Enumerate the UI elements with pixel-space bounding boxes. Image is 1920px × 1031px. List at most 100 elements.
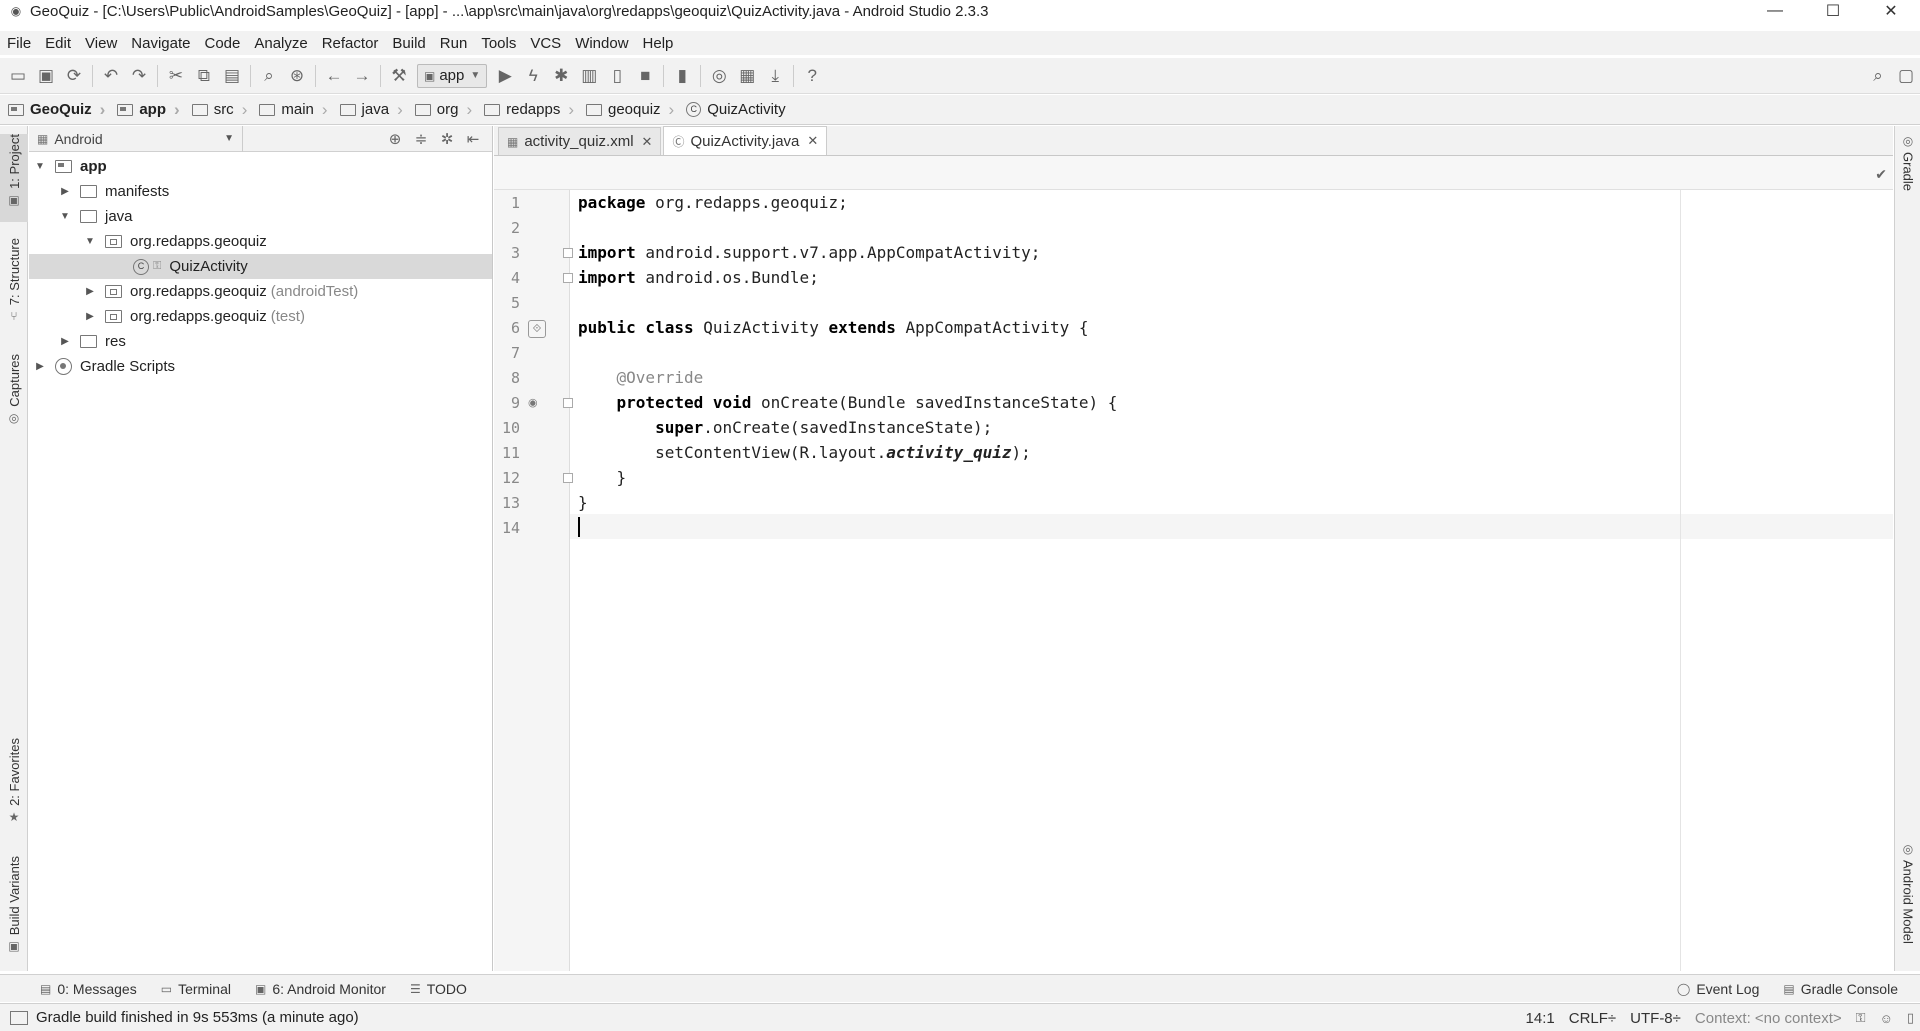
menu-help[interactable]: Help bbox=[636, 35, 681, 52]
stop-icon[interactable]: ■ bbox=[631, 62, 659, 90]
tree-item-package-test[interactable]: ▶ org.redapps.geoquiz (test) bbox=[29, 304, 492, 329]
run-icon[interactable]: ▶ bbox=[491, 62, 519, 90]
copy-icon[interactable]: ⧉ bbox=[190, 62, 218, 90]
menu-build[interactable]: Build bbox=[385, 35, 432, 52]
breadcrumb-item[interactable]: main › bbox=[251, 95, 331, 125]
user-icon[interactable]: ▢ bbox=[1892, 62, 1920, 90]
tab-terminal[interactable]: ▭ Terminal bbox=[149, 981, 243, 997]
caret-position[interactable]: 14:1 bbox=[1526, 1010, 1555, 1027]
tab-gradle[interactable]: ◎ Gradle bbox=[1895, 134, 1920, 214]
redo-icon[interactable]: ↷ bbox=[125, 62, 153, 90]
tab-structure[interactable]: 7: Structure ⑂ bbox=[0, 238, 28, 330]
help-icon[interactable]: ? bbox=[798, 62, 826, 90]
avd-manager-icon[interactable]: ▮ bbox=[668, 62, 696, 90]
override-marker-icon[interactable]: ◉ bbox=[528, 396, 538, 409]
replace-icon[interactable]: ⊛ bbox=[283, 62, 311, 90]
gear-icon[interactable]: ✲ bbox=[434, 130, 460, 148]
run-config-dropdown[interactable]: ▣ app ▼ bbox=[417, 63, 488, 88]
save-all-icon[interactable]: ▣ bbox=[32, 62, 60, 90]
collapse-arrow-icon[interactable]: ▶ bbox=[83, 311, 97, 322]
search-icon[interactable]: ⌕ bbox=[1864, 62, 1892, 90]
breadcrumb-item[interactable]: app › bbox=[109, 95, 183, 125]
tab-messages[interactable]: ▤ 0: Messages bbox=[28, 981, 149, 997]
menu-tools[interactable]: Tools bbox=[474, 35, 523, 52]
menu-refactor[interactable]: Refactor bbox=[315, 35, 386, 52]
menu-view[interactable]: View bbox=[78, 35, 124, 52]
tree-item-java[interactable]: ▼ java bbox=[29, 204, 492, 229]
back-icon[interactable]: ← bbox=[320, 62, 348, 90]
breadcrumb-item[interactable]: GeoQuiz › bbox=[0, 95, 109, 125]
expand-arrow-icon[interactable]: ▼ bbox=[83, 236, 97, 247]
menu-vcs[interactable]: VCS bbox=[523, 35, 568, 52]
menu-analyze[interactable]: Analyze bbox=[247, 35, 314, 52]
make-project-icon[interactable]: ⚒ bbox=[385, 62, 413, 90]
collapse-arrow-icon[interactable]: ▶ bbox=[33, 361, 47, 372]
fold-marker-icon[interactable] bbox=[563, 473, 573, 483]
collapse-arrow-icon[interactable]: ▶ bbox=[83, 286, 97, 297]
paste-icon[interactable]: ▤ bbox=[218, 62, 246, 90]
sync-gradle-icon[interactable]: ◎ bbox=[705, 62, 733, 90]
line-separator[interactable]: CRLF÷ bbox=[1569, 1010, 1616, 1027]
project-structure-icon[interactable]: ▦ bbox=[733, 62, 761, 90]
breadcrumb-item[interactable]: org › bbox=[407, 95, 476, 125]
find-icon[interactable]: ⌕ bbox=[255, 62, 283, 90]
menu-code[interactable]: Code bbox=[197, 35, 247, 52]
attach-debugger-icon[interactable]: ▯ bbox=[603, 62, 631, 90]
breadcrumb-item[interactable]: C QuizActivity bbox=[678, 95, 789, 125]
tree-item-gradle-scripts[interactable]: ▶ Gradle Scripts bbox=[29, 354, 492, 379]
project-view-dropdown[interactable]: ▦ Android ▼ bbox=[29, 125, 243, 152]
code-text[interactable]: package org.redapps.geoquiz; import andr… bbox=[578, 190, 1893, 971]
expand-arrow-icon[interactable]: ▼ bbox=[33, 161, 47, 172]
activity-layout-icon[interactable]: ⟐ bbox=[528, 320, 546, 338]
undo-icon[interactable]: ↶ bbox=[97, 62, 125, 90]
tree-item-package[interactable]: ▼ org.redapps.geoquiz bbox=[29, 229, 492, 254]
tree-item-res[interactable]: ▶ res bbox=[29, 329, 492, 354]
menu-file[interactable]: File bbox=[0, 35, 38, 52]
cut-icon[interactable]: ✂ bbox=[162, 62, 190, 90]
fold-marker-icon[interactable] bbox=[563, 398, 573, 408]
collapse-all-icon[interactable]: ≑ bbox=[408, 130, 434, 148]
tab-quizactivity-java[interactable]: Ⓒ QuizActivity.java ✕ bbox=[663, 126, 828, 155]
tree-item-app[interactable]: ▼ app bbox=[29, 154, 492, 179]
sync-icon[interactable]: ⟳ bbox=[60, 62, 88, 90]
code-area[interactable]: 1 2 3 4 5 6 7 8 9 10 11 12 13 14 ⟐ ◉ pac… bbox=[494, 190, 1893, 971]
inspector-icon[interactable]: ☺ bbox=[1880, 1011, 1893, 1026]
tree-item-package-androidtest[interactable]: ▶ org.redapps.geoquiz (androidTest) bbox=[29, 279, 492, 304]
menu-run[interactable]: Run bbox=[433, 35, 475, 52]
menu-edit[interactable]: Edit bbox=[38, 35, 78, 52]
file-encoding[interactable]: UTF-8÷ bbox=[1630, 1010, 1681, 1027]
forward-icon[interactable]: → bbox=[348, 62, 376, 90]
expand-arrow-icon[interactable]: ▼ bbox=[58, 211, 72, 222]
profile-icon[interactable]: ▥ bbox=[575, 62, 603, 90]
tree-item-manifests[interactable]: ▶ manifests bbox=[29, 179, 492, 204]
minimize-button[interactable]: — bbox=[1746, 0, 1804, 22]
hide-panel-icon[interactable]: ⇤ bbox=[460, 130, 486, 148]
tab-build-variants[interactable]: Build Variants ▣ bbox=[0, 856, 28, 956]
close-icon[interactable]: ✕ bbox=[807, 133, 818, 149]
tree-item-quizactivity[interactable]: C ⚿ QuizActivity bbox=[29, 254, 492, 279]
status-message[interactable]: Gradle build finished in 9s 553ms (a min… bbox=[36, 1009, 359, 1026]
breadcrumb-item[interactable]: geoquiz › bbox=[578, 95, 678, 125]
menu-navigate[interactable]: Navigate bbox=[124, 35, 197, 52]
collapse-arrow-icon[interactable]: ▶ bbox=[58, 186, 72, 197]
tab-android-model[interactable]: ◎ Android Model bbox=[1895, 842, 1920, 962]
tab-project[interactable]: 1: Project ▣ bbox=[0, 134, 28, 222]
sdk-manager-icon[interactable]: ⤓ bbox=[761, 62, 789, 90]
tab-captures[interactable]: Captures ◎ bbox=[0, 354, 28, 436]
tab-todo[interactable]: ☰ TODO bbox=[398, 981, 479, 997]
memory-icon[interactable]: ▯ bbox=[1907, 1010, 1914, 1026]
fold-marker-icon[interactable] bbox=[563, 273, 573, 283]
fold-marker-icon[interactable] bbox=[563, 248, 573, 258]
tab-gradle-console[interactable]: ▤ Gradle Console bbox=[1771, 981, 1910, 997]
tab-favorites[interactable]: 2: Favorites ★ bbox=[0, 738, 28, 832]
close-window-button[interactable]: ✕ bbox=[1862, 0, 1920, 22]
open-folder-icon[interactable]: ▭ bbox=[4, 62, 32, 90]
menu-window[interactable]: Window bbox=[568, 35, 635, 52]
scroll-from-source-icon[interactable]: ⊕ bbox=[382, 130, 408, 148]
breadcrumb-item[interactable]: src › bbox=[184, 95, 252, 125]
debug-icon[interactable]: ✱ bbox=[547, 62, 575, 90]
collapse-arrow-icon[interactable]: ▶ bbox=[58, 336, 72, 347]
breadcrumb-item[interactable]: redapps › bbox=[476, 95, 578, 125]
breadcrumb-item[interactable]: java › bbox=[332, 95, 407, 125]
maximize-button[interactable]: ☐ bbox=[1804, 0, 1862, 22]
